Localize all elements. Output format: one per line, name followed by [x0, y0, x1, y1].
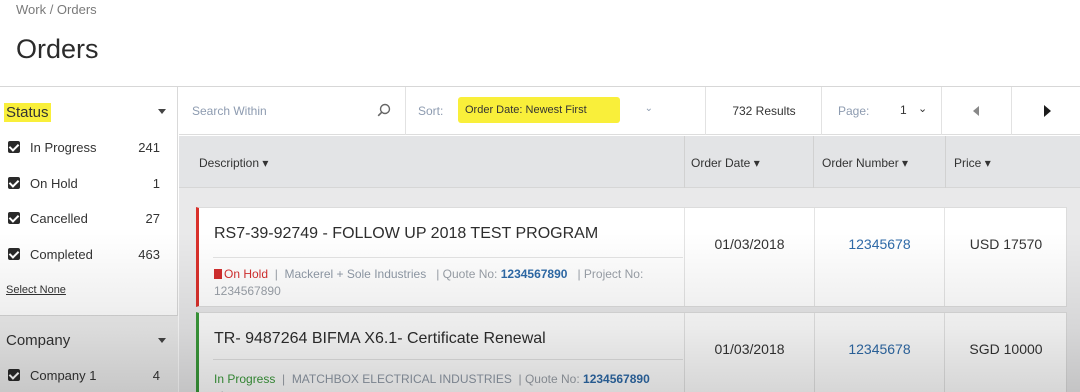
- company-facet-header[interactable]: Company: [0, 326, 178, 356]
- quote-number-link[interactable]: 1234567890: [583, 372, 650, 386]
- page-number[interactable]: 1: [900, 103, 907, 117]
- status-badge: On Hold: [214, 267, 268, 281]
- order-title[interactable]: TR- 9487264 BIFMA X6.1- Certificate Rene…: [214, 330, 546, 348]
- facet-count: 241: [138, 140, 160, 155]
- page-selector[interactable]: Page: 1 ⌄: [822, 87, 942, 135]
- column-divider: [813, 136, 814, 188]
- order-number-cell: 12345678: [814, 208, 944, 306]
- chevron-down-icon: ⌄: [644, 103, 653, 114]
- price-cell: SGD 10000: [944, 313, 1067, 392]
- on-hold-icon: [214, 269, 222, 279]
- status-filter-cancelled[interactable]: Cancelled 27: [8, 209, 168, 229]
- order-number-link[interactable]: 12345678: [815, 341, 944, 357]
- next-page-button[interactable]: [1012, 87, 1080, 135]
- order-meta: In Progress | MATCHBOX ELECTRICAL INDUST…: [214, 372, 650, 392]
- facet-label: Completed: [30, 247, 93, 262]
- caret-down-icon: ▾: [753, 156, 760, 170]
- sort-label: Sort:: [418, 104, 444, 118]
- facet-label: Company 1: [30, 368, 97, 383]
- project-number: 1234567890: [214, 284, 281, 298]
- facet-count: 27: [145, 211, 160, 226]
- order-number-cell: 12345678: [814, 313, 944, 392]
- facet-label: On Hold: [30, 176, 78, 191]
- order-date: 01/03/2018: [714, 236, 785, 252]
- quote-label: Quote No:: [442, 267, 498, 281]
- column-header-order-number[interactable]: Order Number ▾: [822, 136, 908, 188]
- checkbox-checked-icon[interactable]: [8, 248, 20, 260]
- order-row[interactable]: TR- 9487264 BIFMA X6.1- Certificate Rene…: [196, 312, 1067, 392]
- select-none-link[interactable]: Select None: [6, 284, 66, 296]
- prev-page-icon: [973, 106, 979, 116]
- order-row[interactable]: RS7-39-92749 - FOLLOW UP 2018 TEST PROGR…: [196, 207, 1067, 307]
- card-divider: [213, 359, 683, 360]
- checkbox-checked-icon[interactable]: [8, 212, 20, 224]
- company-facet-title: Company: [6, 332, 71, 349]
- order-meta: On Hold | Mackerel + Sole Industries | Q…: [214, 267, 644, 298]
- status-badge: In Progress: [214, 372, 276, 386]
- caret-down-icon: ▾: [984, 156, 991, 170]
- facet-count: 463: [138, 247, 160, 262]
- caret-down-icon: [158, 338, 166, 343]
- search-icon[interactable]: [377, 103, 391, 117]
- breadcrumb[interactable]: Work / Orders: [16, 2, 97, 17]
- company-filter-company-1[interactable]: Company 1 4: [8, 366, 168, 386]
- status-filter-on-hold[interactable]: On Hold 1: [8, 174, 168, 194]
- prev-page-button[interactable]: [942, 87, 1012, 135]
- facet-label: In Progress: [30, 140, 97, 155]
- caret-down-icon: [158, 109, 166, 114]
- price-cell: USD 17570: [944, 208, 1067, 306]
- company-facet: Company Company 1 4: [0, 316, 178, 392]
- order-number-link[interactable]: 12345678: [815, 236, 944, 252]
- column-header-order-date[interactable]: Order Date ▾: [691, 136, 760, 188]
- table-header: Description ▾ Order Date ▾ Order Number …: [179, 136, 1080, 188]
- checkbox-checked-icon[interactable]: [8, 369, 20, 381]
- status-facet-header[interactable]: Status: [0, 97, 178, 127]
- project-label: Project No:: [583, 267, 644, 281]
- facet-count: 1: [152, 176, 160, 191]
- card-divider: [213, 257, 683, 258]
- results-count-text: 732 Results: [732, 104, 796, 118]
- chevron-down-icon: ⌄: [918, 103, 928, 115]
- sort-selected-value[interactable]: Order Date: Newest First: [458, 97, 620, 123]
- page-label: Page:: [838, 104, 870, 118]
- results-count: 732 Results: [706, 87, 822, 135]
- company-name: MATCHBOX ELECTRICAL INDUSTRIES: [291, 372, 512, 386]
- results-toolbar: Search Within Sort: Order Date: Newest F…: [179, 87, 1080, 135]
- status-filter-in-progress[interactable]: In Progress 241: [8, 138, 168, 158]
- sort-dropdown[interactable]: Sort: Order Date: Newest First ⌄: [406, 87, 706, 135]
- checkbox-checked-icon[interactable]: [8, 141, 20, 153]
- checkbox-checked-icon[interactable]: [8, 177, 20, 189]
- order-price: USD 17570: [969, 236, 1043, 252]
- next-page-icon: [1044, 105, 1051, 117]
- order-title[interactable]: RS7-39-92749 - FOLLOW UP 2018 TEST PROGR…: [214, 225, 598, 243]
- order-price: SGD 10000: [969, 341, 1043, 357]
- caret-down-icon: ▾: [262, 156, 269, 170]
- search-within-input[interactable]: Search Within: [179, 87, 406, 135]
- column-header-description[interactable]: Description ▾: [199, 136, 268, 188]
- status-facet-title: Status: [4, 103, 51, 122]
- order-date: 01/03/2018: [714, 341, 785, 357]
- facet-count: 4: [152, 368, 160, 383]
- page-title: Orders: [16, 34, 99, 64]
- column-divider: [684, 136, 685, 188]
- column-header-price[interactable]: Price ▾: [954, 136, 991, 188]
- quote-label: Quote No:: [524, 372, 580, 386]
- caret-down-icon: ▾: [902, 156, 909, 170]
- order-date-cell: 01/03/2018: [684, 313, 814, 392]
- orders-list: Description ▾ Order Date ▾ Order Number …: [179, 136, 1080, 392]
- facet-label: Cancelled: [30, 211, 88, 226]
- order-date-cell: 01/03/2018: [684, 208, 814, 306]
- company-name: Mackerel + Sole Industries: [284, 267, 427, 281]
- search-placeholder: Search Within: [192, 104, 267, 118]
- quote-number-link[interactable]: 1234567890: [501, 267, 568, 281]
- column-divider: [945, 136, 946, 188]
- status-filter-completed[interactable]: Completed 463: [8, 245, 168, 265]
- filter-sidebar: Status In Progress 241 On Hold 1 Cancell…: [0, 87, 178, 392]
